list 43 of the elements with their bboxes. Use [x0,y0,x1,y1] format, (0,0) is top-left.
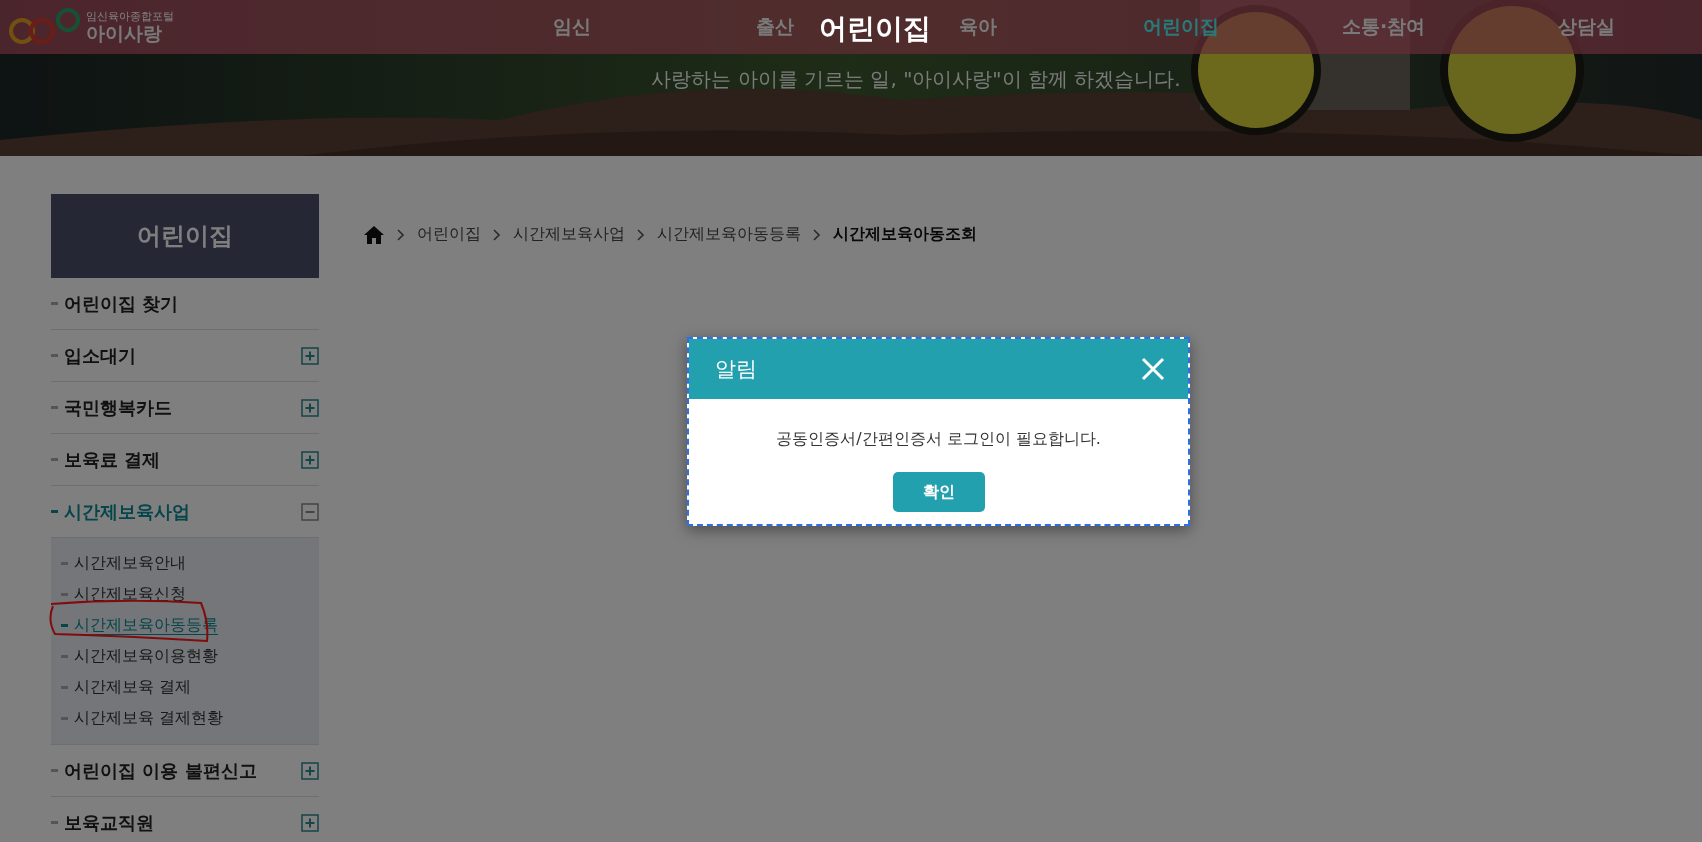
breadcrumb-link[interactable]: 시간제보육아동조회 [833,224,977,245]
dialog-title: 알림 [715,356,757,383]
sidebar-item[interactable]: 보육료 결제 [51,434,319,486]
logo-name: 아이사랑 [86,24,163,43]
breadcrumb-link[interactable]: 시간제보육아동등록 [657,224,801,245]
submenu-item[interactable]: 시간제보육 결제현황 [51,703,319,734]
banner-subtitle: 사랑하는 아이를 기르는 일, "아이사랑"이 함께 하겠습니다. [651,66,1181,93]
collapse-icon[interactable] [301,502,319,521]
submenu-item[interactable]: 시간제보육 결제 [51,672,319,703]
dialog-message: 공동인증서/간편인증서 로그인이 필요합니다. [776,429,1101,450]
close-icon [1140,356,1166,382]
sidebar-item[interactable]: 국민행복카드 [51,382,319,434]
sidebar-title: 어린이집 [51,194,319,278]
breadcrumb-link[interactable]: 시간제보육사업 [513,224,625,245]
logo-caption: 임신육아종합포털 [86,11,174,22]
sidebar-item[interactable]: 보육교직원 [51,797,319,842]
banner-title: 어린이집 [819,11,931,47]
expand-icon[interactable] [301,450,319,469]
nav-item[interactable]: 출산 [755,14,794,40]
breadcrumb-link[interactable]: 어린이집 [417,224,481,245]
submenu-item[interactable]: 시간제보육안내 [51,548,319,579]
expand-icon[interactable] [301,813,319,832]
chevron-icon [397,228,405,241]
nav-item[interactable]: 어린이집 [1142,14,1219,40]
expand-icon[interactable] [301,398,319,417]
expand-icon[interactable] [301,346,319,365]
submenu-item[interactable]: 시간제보육이용현황 [51,641,319,672]
home-icon[interactable] [363,224,385,245]
nav-item[interactable]: 상담실 [1558,14,1615,40]
sidebar-item[interactable]: 어린이집 찾기 [51,278,319,330]
sidebar-item[interactable]: 어린이집 이용 불편신고 [51,745,319,797]
nav-item[interactable]: 소통·참여 [1341,14,1426,40]
confirm-button[interactable]: 확인 [892,472,985,512]
chevron-icon [637,228,645,241]
chevron-icon [813,228,821,241]
close-button[interactable] [1140,356,1166,382]
expand-icon[interactable] [301,761,319,780]
submenu-item[interactable]: 시간제보육신청 [51,579,319,610]
nav-item[interactable]: 육아 [958,14,997,40]
nav-item[interactable]: 임신 [552,14,591,40]
sidebar-item[interactable]: 입소대기 [51,330,319,382]
logo-icon [8,7,80,47]
chevron-icon [493,228,501,241]
